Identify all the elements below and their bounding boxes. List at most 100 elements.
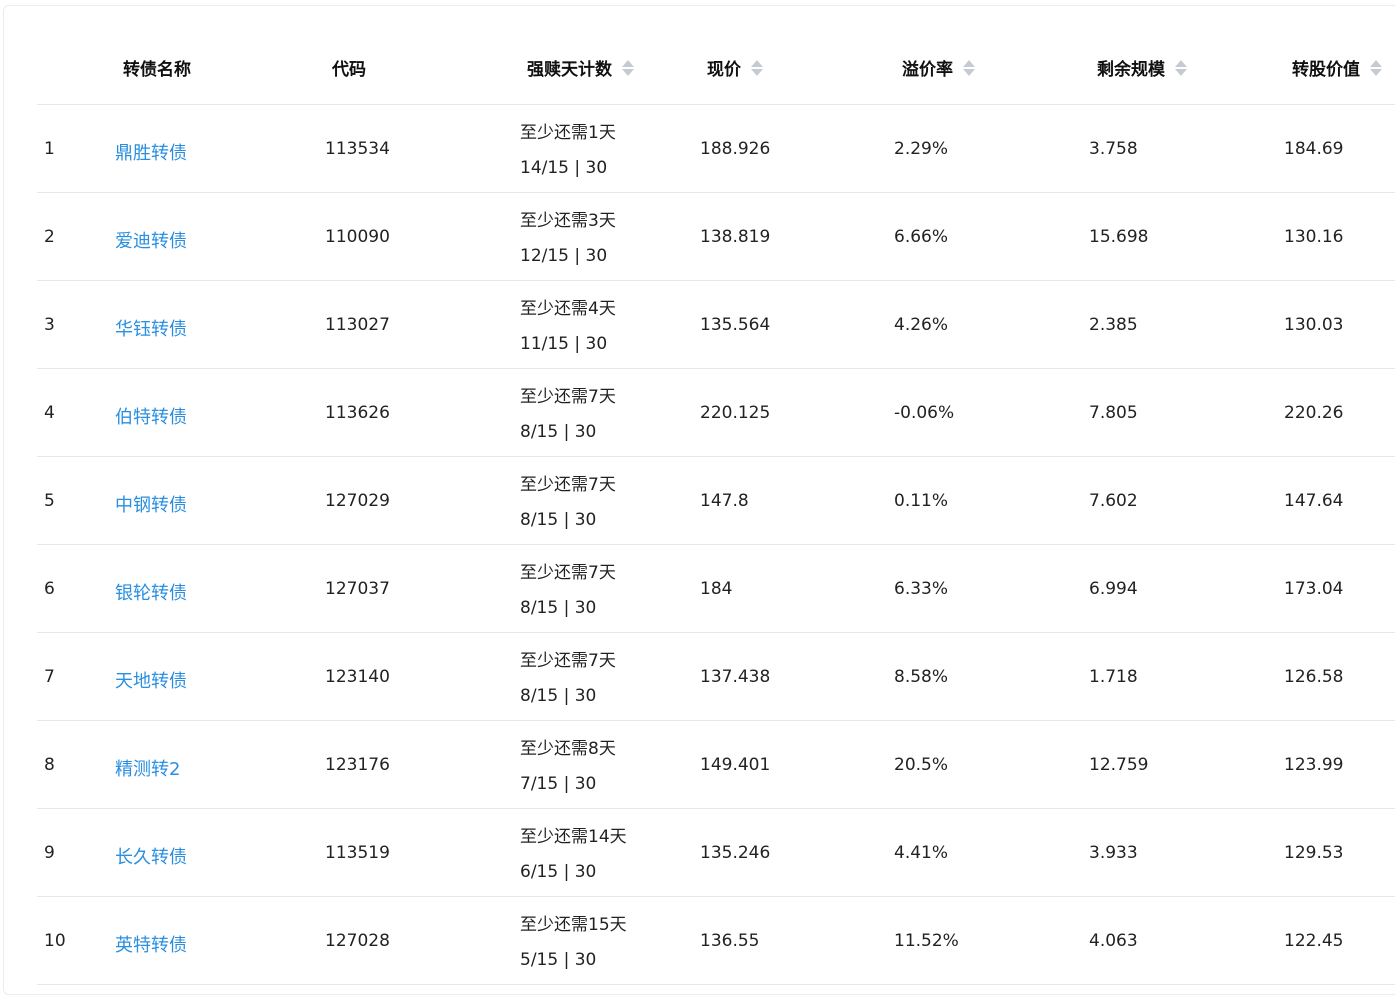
redeem-days-need: 至少还需1天 — [520, 123, 616, 143]
table-row: 4 伯特转债 113626 至少还需7天 8/15 | 30 220.125 -… — [37, 369, 1395, 457]
remaining-size: 2.385 — [1089, 315, 1138, 335]
bond-code: 113027 — [325, 315, 390, 335]
conversion-value: 130.03 — [1284, 315, 1344, 335]
header-code-label: 代码 — [332, 60, 366, 80]
price: 147.8 — [700, 491, 749, 511]
sort-caret-icon[interactable] — [622, 57, 636, 79]
row-index: 3 — [44, 315, 55, 335]
table-row: 3 华钰转债 113027 至少还需4天 11/15 | 30 135.564 … — [37, 281, 1395, 369]
redeem-days-cell: 至少还需7天 8/15 | 30 — [520, 380, 616, 450]
sort-caret-icon[interactable] — [1370, 57, 1384, 79]
bond-name-link[interactable]: 伯特转债 — [115, 403, 187, 429]
table-header: 转债名称 代码 强赎天计数 现价 溢价率 剩余规模 转股价值 — [37, 29, 1395, 105]
bond-name-link[interactable]: 爱迪转债 — [115, 227, 187, 253]
conversion-value: 122.45 — [1284, 931, 1344, 951]
sort-caret-icon[interactable] — [751, 57, 765, 79]
redeem-days-need: 至少还需3天 — [520, 211, 616, 231]
row-index: 1 — [44, 139, 55, 159]
redeem-days-count: 11/15 | 30 — [520, 334, 608, 354]
table-row: 2 爱迪转债 110090 至少还需3天 12/15 | 30 138.819 … — [37, 193, 1395, 281]
conversion-value: 130.16 — [1284, 227, 1344, 247]
bond-code: 123176 — [325, 755, 390, 775]
redeem-days-cell: 至少还需14天 6/15 | 30 — [520, 820, 627, 890]
header-days-label: 强赎天计数 — [527, 60, 612, 80]
premium-rate: 20.5% — [894, 755, 949, 775]
price: 184 — [700, 579, 733, 599]
price: 188.926 — [700, 139, 771, 159]
conversion-value: 126.58 — [1284, 667, 1344, 687]
row-index: 6 — [44, 579, 55, 599]
conversion-value: 220.26 — [1284, 403, 1344, 423]
row-index: 9 — [44, 843, 55, 863]
redeem-days-count: 7/15 | 30 — [520, 774, 597, 794]
bond-name-link[interactable]: 银轮转债 — [115, 579, 187, 605]
premium-rate: 2.29% — [894, 139, 949, 159]
bond-code: 127029 — [325, 491, 390, 511]
bond-code: 123140 — [325, 667, 390, 687]
premium-rate: 6.66% — [894, 227, 949, 247]
convertible-bond-table: 转债名称 代码 强赎天计数 现价 溢价率 剩余规模 转股价值 1 鼎胜转债 11… — [37, 29, 1395, 985]
bond-name-link[interactable]: 中钢转债 — [115, 491, 187, 517]
remaining-size: 15.698 — [1089, 227, 1149, 247]
row-index: 4 — [44, 403, 55, 423]
redeem-days-need: 至少还需4天 — [520, 299, 616, 319]
redeem-days-count: 8/15 | 30 — [520, 510, 597, 530]
price: 136.55 — [700, 931, 760, 951]
bond-code: 113626 — [325, 403, 390, 423]
bond-code: 127028 — [325, 931, 390, 951]
table-row: 6 银轮转债 127037 至少还需7天 8/15 | 30 184 6.33%… — [37, 545, 1395, 633]
remaining-size: 1.718 — [1089, 667, 1138, 687]
bond-code: 113534 — [325, 139, 390, 159]
bond-name-link[interactable]: 精测转2 — [115, 755, 180, 781]
bond-code: 110090 — [325, 227, 390, 247]
table-row: 5 中钢转债 127029 至少还需7天 8/15 | 30 147.8 0.1… — [37, 457, 1395, 545]
redeem-days-cell: 至少还需3天 12/15 | 30 — [520, 204, 616, 274]
header-price-label: 现价 — [707, 60, 741, 80]
bond-code: 127037 — [325, 579, 390, 599]
row-index: 5 — [44, 491, 55, 511]
redeem-days-need: 至少还需7天 — [520, 651, 616, 671]
bond-name-link[interactable]: 鼎胜转债 — [115, 139, 187, 165]
sort-caret-icon[interactable] — [1175, 57, 1189, 79]
row-index: 10 — [44, 931, 66, 951]
redeem-days-need: 至少还需7天 — [520, 563, 616, 583]
remaining-size: 7.805 — [1089, 403, 1138, 423]
table-row: 8 精测转2 123176 至少还需8天 7/15 | 30 149.401 2… — [37, 721, 1395, 809]
bond-name-link[interactable]: 华钰转债 — [115, 315, 187, 341]
remaining-size: 6.994 — [1089, 579, 1138, 599]
header-name-label: 转债名称 — [123, 60, 191, 80]
header-name: 转债名称 — [123, 55, 191, 80]
redeem-days-count: 12/15 | 30 — [520, 246, 608, 266]
premium-rate: 11.52% — [894, 931, 959, 951]
conversion-value: 147.64 — [1284, 491, 1344, 511]
redeem-days-count: 8/15 | 30 — [520, 686, 597, 706]
sort-caret-icon[interactable] — [963, 57, 977, 79]
header-days[interactable]: 强赎天计数 — [527, 55, 636, 80]
price: 137.438 — [700, 667, 771, 687]
redeem-days-count: 5/15 | 30 — [520, 950, 597, 970]
bond-name-link[interactable]: 天地转债 — [115, 667, 187, 693]
redeem-days-need: 至少还需7天 — [520, 475, 616, 495]
price: 220.125 — [700, 403, 771, 423]
price: 149.401 — [700, 755, 771, 775]
bond-name-link[interactable]: 英特转债 — [115, 931, 187, 957]
redeem-days-cell: 至少还需7天 8/15 | 30 — [520, 644, 616, 714]
price: 138.819 — [700, 227, 771, 247]
remaining-size: 12.759 — [1089, 755, 1149, 775]
bond-name-link[interactable]: 长久转债 — [115, 843, 187, 869]
premium-rate: 8.58% — [894, 667, 949, 687]
redeem-days-count: 6/15 | 30 — [520, 862, 597, 882]
premium-rate: 4.41% — [894, 843, 949, 863]
header-conv-value[interactable]: 转股价值 — [1292, 55, 1384, 80]
remaining-size: 3.758 — [1089, 139, 1138, 159]
header-premium[interactable]: 溢价率 — [902, 55, 977, 80]
conversion-value: 184.69 — [1284, 139, 1344, 159]
redeem-days-need: 至少还需15天 — [520, 915, 627, 935]
remaining-size: 4.063 — [1089, 931, 1138, 951]
table-row: 9 长久转债 113519 至少还需14天 6/15 | 30 135.246 … — [37, 809, 1395, 897]
header-remaining[interactable]: 剩余规模 — [1097, 55, 1189, 80]
header-code: 代码 — [332, 55, 366, 80]
redeem-days-cell: 至少还需8天 7/15 | 30 — [520, 732, 616, 802]
row-index: 7 — [44, 667, 55, 687]
header-price[interactable]: 现价 — [707, 55, 765, 80]
